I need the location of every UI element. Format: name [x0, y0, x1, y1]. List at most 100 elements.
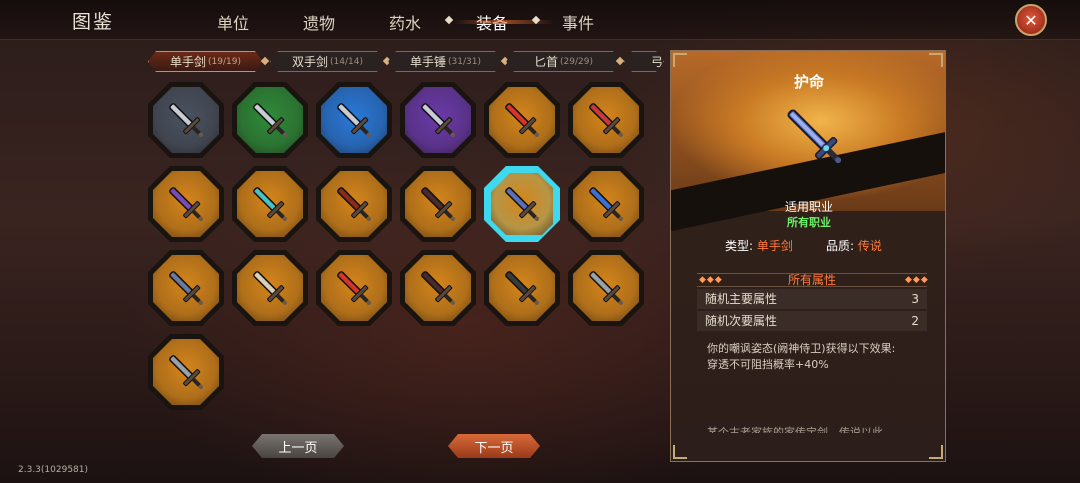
equipment-slot[interactable] — [232, 250, 308, 326]
next-page-button[interactable]: 下一页 — [448, 434, 540, 458]
slot-background — [321, 255, 387, 321]
slot-background — [489, 87, 555, 153]
job-label: 适用职业 — [784, 200, 833, 214]
desc-line: 穿透不可阻挡概率+40% — [707, 358, 829, 371]
equipment-slot[interactable] — [148, 250, 224, 326]
guardian-sword-icon — [787, 109, 842, 164]
equipment-slot[interactable] — [484, 250, 560, 326]
equipment-slot[interactable] — [568, 82, 644, 158]
subtab-label: 双手剑 — [292, 55, 329, 69]
spear-sword-icon — [169, 355, 204, 390]
subtab-count: (14/14) — [330, 56, 363, 67]
slot-background — [405, 255, 471, 321]
equipment-grid — [148, 82, 648, 412]
slot-background — [489, 255, 555, 321]
ornament-icon: ◆◆◆ — [905, 275, 929, 285]
subtab-count: (29/29) — [560, 56, 593, 67]
sword-icon — [337, 103, 372, 138]
slot-background — [491, 173, 553, 235]
frame-corner — [673, 53, 687, 67]
subtab-label: 单手剑 — [170, 55, 207, 69]
close-button[interactable]: ✕ — [1015, 4, 1047, 36]
equipment-slot[interactable] — [316, 250, 392, 326]
job-value: 所有职业 — [787, 216, 831, 229]
quality-row: 品质: 传说 — [826, 237, 882, 254]
falchion-icon — [505, 271, 540, 306]
subtab-two-hand-sword[interactable]: 双手剑 (14/14) — [270, 51, 385, 72]
type-label: 类型: — [725, 239, 757, 253]
equipment-slot[interactable] — [316, 166, 392, 242]
subtab-separator-icon — [260, 56, 270, 66]
curved-blade-icon — [337, 187, 372, 222]
top-bar: 图鉴 单位 遗物 药水 装备 事件 ✕ — [0, 0, 1080, 40]
slot-background — [237, 171, 303, 237]
slot-background — [321, 171, 387, 237]
red-sword-icon — [505, 103, 540, 138]
equipment-slot[interactable] — [232, 166, 308, 242]
subtab-one-hand-mace[interactable]: 单手锤 (31/31) — [388, 51, 503, 72]
guardian-sword-icon — [505, 187, 540, 222]
scimitar-icon — [253, 271, 288, 306]
equipment-slot[interactable] — [148, 334, 224, 410]
frame-corner — [929, 53, 943, 67]
tab-separator-icon — [444, 15, 454, 25]
attr-row: 随机主要属性 3 — [697, 289, 927, 309]
slot-background — [573, 255, 639, 321]
slot-background — [153, 339, 219, 405]
equipment-slot[interactable] — [316, 82, 392, 158]
slot-background — [573, 87, 639, 153]
dark-sword-icon — [421, 187, 456, 222]
slot-background — [321, 87, 387, 153]
page-title: 图鉴 — [72, 11, 115, 33]
tab-units[interactable]: 单位 — [217, 10, 249, 34]
teal-rapier-icon — [253, 187, 288, 222]
spear-sword-icon — [589, 271, 624, 306]
sword-icon — [421, 103, 456, 138]
close-icon: ✕ — [1024, 10, 1038, 30]
equipment-slot[interactable] — [400, 166, 476, 242]
tab-potions[interactable]: 药水 — [389, 10, 421, 34]
subtab-count: (31/31) — [448, 56, 481, 67]
equipment-slot[interactable] — [232, 82, 308, 158]
sword-icon — [169, 103, 204, 138]
attr-label: 随机主要属性 — [705, 292, 778, 306]
equipment-slot[interactable] — [148, 166, 224, 242]
attr-label: 随机次要属性 — [705, 314, 778, 328]
ornament-icon: ◆◆◆ — [699, 275, 723, 285]
broad-sword-icon — [169, 271, 204, 306]
purple-rapier-icon — [169, 187, 204, 222]
subtab-one-hand-sword[interactable]: 单手剑 (19/19) — [148, 51, 263, 72]
attr-row: 随机次要属性 2 — [697, 311, 927, 331]
equipment-slot[interactable] — [568, 250, 644, 326]
equipment-slot[interactable] — [400, 82, 476, 158]
attr-value: 2 — [911, 314, 919, 328]
tab-equipment[interactable]: 装备 — [453, 10, 555, 34]
slot-background — [405, 87, 471, 153]
equipment-slot[interactable] — [484, 166, 560, 242]
subtab-label: 弓 — [651, 55, 664, 69]
slot-background — [153, 255, 219, 321]
prev-page-button[interactable]: 上一页 — [252, 434, 344, 458]
slot-background — [153, 171, 219, 237]
subtab-bow[interactable]: 弓 — [624, 51, 664, 72]
sword-icon — [253, 103, 288, 138]
equipment-slot[interactable] — [568, 166, 644, 242]
tab-relics[interactable]: 遗物 — [303, 10, 335, 34]
version-label: 2.3.3(1029581) — [18, 465, 89, 475]
equipment-slot[interactable] — [400, 250, 476, 326]
red-sword-icon — [337, 271, 372, 306]
equipment-slot[interactable] — [484, 82, 560, 158]
item-lore-text: 某个古老家族的家传宝剑，传说以此 — [707, 426, 883, 433]
item-detail-panel: 护命 适用职业 所有职业 类型: 单手剑 品质: 传说 所有属性 ◆◆◆ ◆◆◆… — [670, 50, 946, 462]
slot-background — [237, 87, 303, 153]
item-description: 你的嘲讽姿态(阙神侍卫)获得以下效果: 穿透不可阻挡概率+40% — [707, 341, 927, 373]
subtab-dagger[interactable]: 匕首 (29/29) — [506, 51, 621, 72]
tab-events[interactable]: 事件 — [562, 10, 594, 34]
equipment-slot[interactable] — [148, 82, 224, 158]
desc-line: 你的嘲讽姿态(阙神侍卫)获得以下效果: — [707, 342, 896, 355]
slot-background — [573, 171, 639, 237]
slot-background — [237, 255, 303, 321]
frame-corner — [929, 445, 943, 459]
quality-label: 品质: — [826, 239, 858, 253]
subtab-label: 单手锤 — [410, 55, 447, 69]
